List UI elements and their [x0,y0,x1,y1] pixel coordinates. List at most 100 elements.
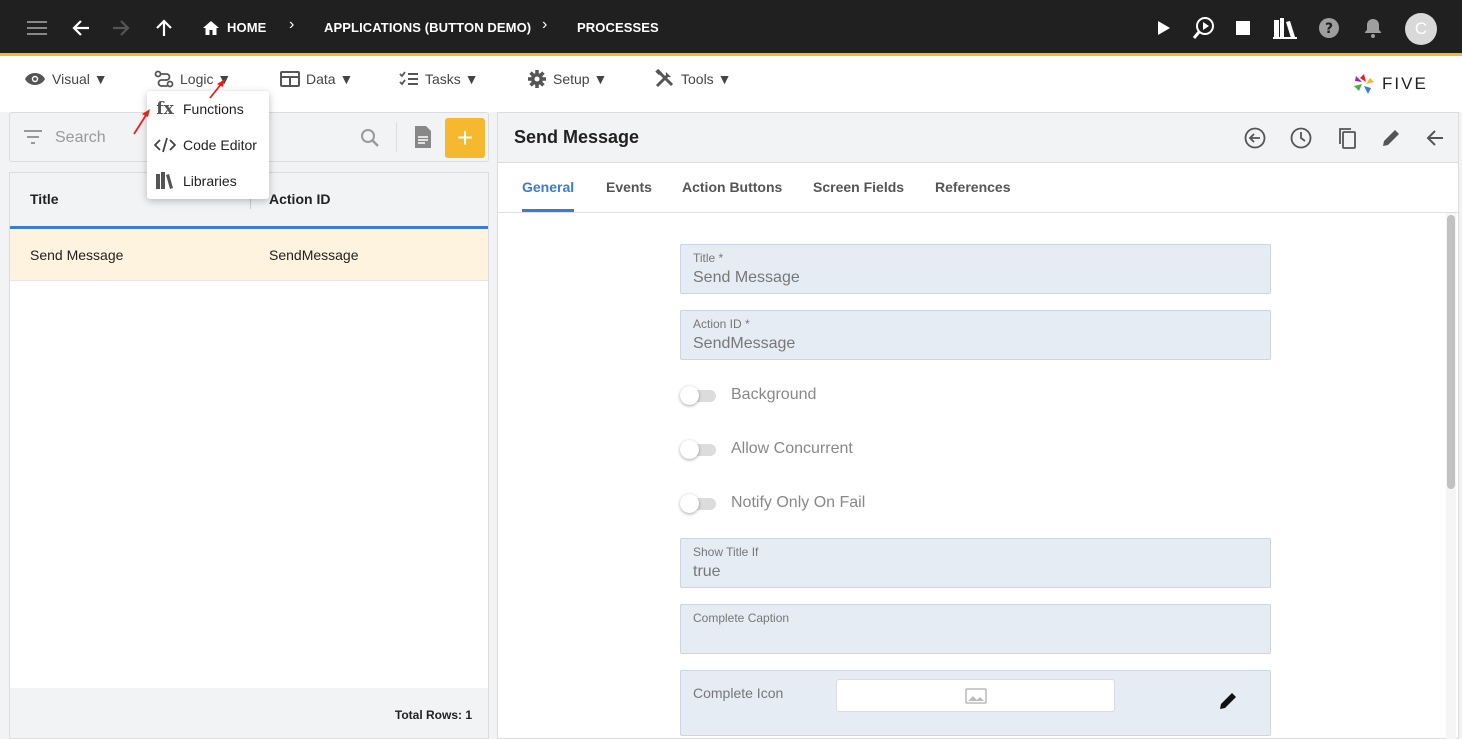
five-logo: FIVE [1352,72,1428,96]
menu-data-label: Data ▼ [306,71,354,87]
menu-tools-label: Tools ▼ [681,71,732,87]
annotation-arrow-icon [133,109,150,135]
allow-concurrent-toggle-label: Allow Concurrent [731,440,853,457]
menu-item-code-editor[interactable]: Code Editor [147,127,269,163]
tab-screen-fields[interactable]: Screen Fields [813,179,904,195]
bell-icon[interactable] [1359,14,1387,42]
action-id-field-value: SendMessage [693,335,796,352]
five-logo-text: FIVE [1382,74,1428,93]
library-icon [147,172,183,190]
document-icon[interactable] [413,125,433,149]
notify-only-on-fail-toggle[interactable] [680,494,716,513]
complete-icon-field-label: Complete Icon [693,685,784,701]
svg-text:?: ? [1325,21,1333,37]
five-logo-icon [1354,74,1374,94]
breadcrumb-processes[interactable]: PROCESSES [577,20,659,35]
breadcrumb-applications[interactable]: APPLICATIONS (BUTTON DEMO) [324,20,531,35]
column-header-title[interactable]: Title [30,191,59,207]
active-tab-indicator [522,209,574,212]
action-id-field[interactable]: Action ID * SendMessage [680,310,1271,360]
history-icon[interactable] [1288,125,1314,151]
menu-data[interactable]: Data ▼ [280,65,353,93]
show-title-if-field-value: true [693,563,721,580]
forward-icon[interactable] [107,14,135,42]
complete-icon-field: Complete Icon [680,670,1271,736]
records-table: Title Action ID Send Message SendMessage… [9,172,489,739]
menu-item-libraries[interactable]: Libraries [147,163,269,199]
stop-icon[interactable] [1229,14,1257,42]
list-panel: Search + Title Action ID Send Message Se… [9,112,489,739]
column-header-action-id[interactable]: Action ID [269,191,330,207]
top-bar: HOME › APPLICATIONS (BUTTON DEMO) › PROC… [0,0,1462,56]
breadcrumb-home[interactable]: HOME [227,20,266,35]
logic-icon [154,70,174,88]
edit-icon-button[interactable] [1218,691,1242,715]
scrollbar-thumb[interactable] [1447,215,1455,489]
menu-tasks[interactable]: Tasks ▼ [399,65,479,93]
menu-tools[interactable]: Tools ▼ [655,65,731,93]
form-header: Send Message [498,113,1458,163]
help-icon[interactable]: ? [1315,14,1343,42]
notify-only-on-fail-toggle-label: Notify Only On Fail [731,494,866,511]
back-icon[interactable] [67,14,95,42]
form-tabs: General Events Action Buttons Screen Fie… [498,163,1458,213]
menu-setup[interactable]: Setup ▼ [527,65,607,93]
chevron-right-icon: › [542,16,548,33]
background-toggle-label: Background [731,386,817,403]
show-title-if-field-label: Show Title If [693,545,759,559]
filter-icon[interactable] [24,130,42,144]
allow-concurrent-toggle[interactable] [680,440,716,459]
tab-general[interactable]: General [522,179,574,195]
image-icon [964,687,987,704]
tools-icon [655,69,674,88]
complete-caption-field[interactable]: Complete Caption [680,604,1271,654]
menu-tasks-label: Tasks ▼ [425,71,479,87]
annotation-arrow-icon [209,79,225,99]
table-footer: Total Rows: 1 [10,688,488,738]
code-icon [147,137,183,153]
table-row[interactable]: Send Message SendMessage [10,229,488,281]
tab-events[interactable]: Events [606,179,652,195]
tab-action-buttons[interactable]: Action Buttons [682,179,782,195]
cell-title: Send Message [30,247,124,263]
show-title-if-field[interactable]: Show Title If true [680,538,1271,588]
chevron-right-icon: › [289,16,295,33]
title-field-label: Title * [693,251,724,265]
menu-setup-label: Setup ▼ [553,71,608,87]
menu-item-functions-label: Functions [183,101,244,117]
play-icon[interactable] [1150,14,1178,42]
pencil-icon [1220,693,1236,709]
library-icon[interactable] [1271,14,1299,42]
search-input[interactable]: Search [55,129,106,147]
close-form-back-icon[interactable] [1422,125,1448,151]
history-back-icon[interactable] [1242,125,1268,151]
background-toggle[interactable] [680,386,716,405]
up-icon[interactable] [150,14,178,42]
tab-references[interactable]: References [935,179,1011,195]
menu-visual[interactable]: Visual ▼ [24,65,108,93]
add-button[interactable]: + [445,118,485,158]
action-id-field-label: Action ID * [693,317,750,331]
menu-visual-label: Visual ▼ [52,71,108,87]
menu-icon[interactable] [23,14,51,42]
checklist-icon [399,71,418,86]
title-field-value: Send Message [693,269,800,286]
menu-item-code-editor-label: Code Editor [183,137,257,153]
edit-icon[interactable] [1378,125,1404,151]
total-rows: Total Rows: 1 [394,708,472,722]
complete-icon-input[interactable] [836,679,1115,712]
menu-item-libraries-label: Libraries [183,173,237,189]
form-scrollbar[interactable] [1446,213,1456,739]
functions-icon: fx [156,99,174,119]
search-icon[interactable] [360,128,380,148]
copy-icon[interactable] [1334,125,1360,151]
run-search-icon[interactable] [1190,14,1218,42]
form-panel: Send Message General Events Action Butto… [497,112,1459,739]
complete-caption-field-label: Complete Caption [693,611,790,625]
title-field[interactable]: Title * Send Message [680,244,1271,294]
gear-icon [528,70,546,88]
avatar[interactable]: C [1405,13,1437,45]
table-icon [280,71,300,87]
home-icon[interactable] [197,14,225,42]
logic-dropdown-menu: fx Functions Code Editor Libraries [147,91,269,199]
